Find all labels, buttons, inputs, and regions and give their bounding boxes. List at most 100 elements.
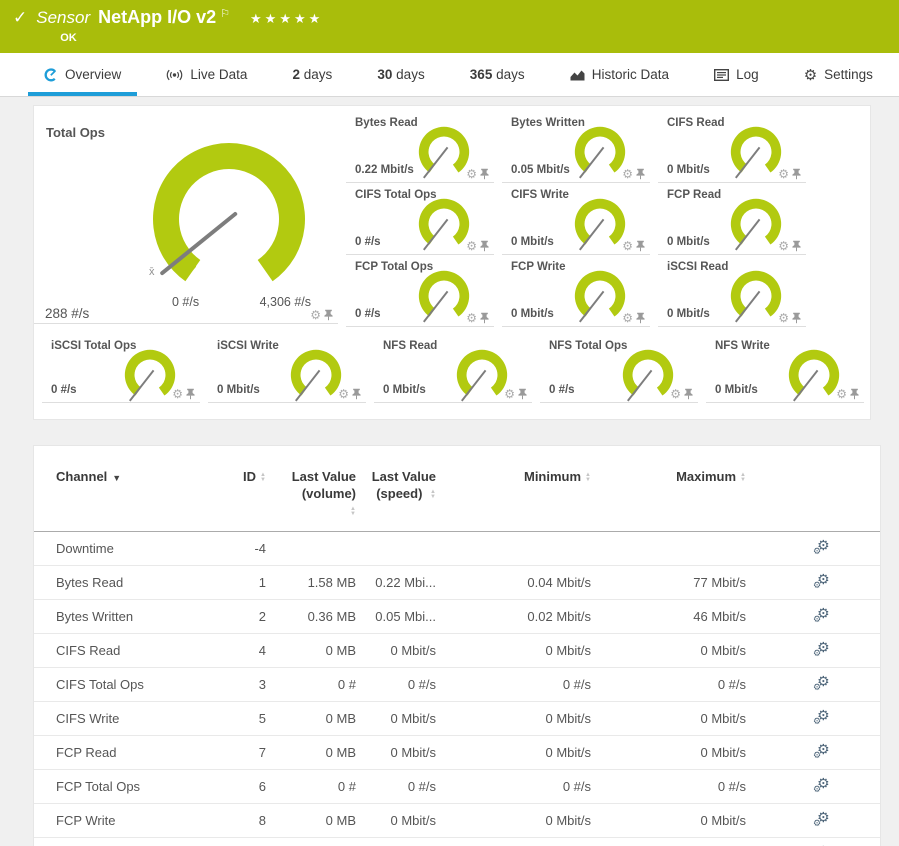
cell-last-value-speed: 0 Mbit/s — [356, 634, 436, 668]
cell-id: 2 — [214, 600, 266, 634]
priority-stars[interactable]: ★★★★★ — [250, 11, 323, 27]
gauge-settings-icon[interactable]: ⚙ — [310, 309, 321, 321]
gauge-title: FCP Read — [667, 189, 721, 201]
cell-maximum: 0 Mbit/s — [591, 634, 746, 668]
gauge-settings-icon[interactable]: ⚙ — [622, 312, 633, 324]
cell-minimum: 0 Mbit/s — [436, 838, 591, 846]
pin-icon[interactable] — [792, 240, 801, 252]
tab-live-data[interactable]: Live Data — [150, 53, 263, 96]
table-row-cifs-read: CIFS Read40 MB0 Mbit/s0 Mbit/s0 Mbit/s⚙⚙ — [34, 634, 881, 668]
channel-settings-gears-icon[interactable]: ⚙⚙ — [813, 573, 831, 589]
gauge-settings-icon[interactable]: ⚙ — [622, 168, 633, 180]
cell-last-value-speed — [356, 532, 436, 566]
gauge-settings-icon[interactable]: ⚙ — [466, 312, 477, 324]
gauge-current-value: 0 Mbit/s — [667, 236, 710, 248]
column-header-id[interactable]: ID▲▼ — [214, 460, 266, 532]
tab-label: Overview — [65, 67, 121, 82]
channel-settings-gears-icon[interactable]: ⚙⚙ — [813, 641, 831, 657]
gauge-settings-icon[interactable]: ⚙ — [466, 168, 477, 180]
pin-icon[interactable] — [636, 312, 645, 324]
pin-icon[interactable] — [352, 388, 361, 400]
pin-icon[interactable] — [684, 388, 693, 400]
cell-last-value-volume: 0.36 MB — [266, 600, 356, 634]
cell-id: -4 — [214, 532, 266, 566]
channel-settings-gears-icon[interactable]: ⚙⚙ — [813, 607, 831, 623]
sort-arrows-icon: ▲▼ — [260, 473, 266, 483]
gauge-settings-icon[interactable]: ⚙ — [778, 168, 789, 180]
pin-icon[interactable] — [792, 312, 801, 324]
column-header-last-value-volume[interactable]: Last Value(volume)▲▼ — [266, 460, 356, 532]
gauge-current-value: 0 Mbit/s — [667, 164, 710, 176]
sort-arrows-icon: ▲▼ — [430, 490, 436, 500]
gauge-current-value: 0 #/s — [549, 384, 575, 396]
channel-settings-gears-icon[interactable]: ⚙⚙ — [813, 675, 831, 691]
status-ok-check-icon: ✓ — [13, 8, 27, 53]
gauge-tile-fcp-total-ops: FCP Total Ops 0 #/s ⚙ — [346, 255, 494, 327]
pin-icon[interactable] — [480, 168, 489, 180]
tab-365-days[interactable]: 365 days — [454, 53, 541, 96]
channel-gauge — [414, 120, 474, 180]
table-row-cifs-write: CIFS Write50 MB0 Mbit/s0 Mbit/s0 Mbit/s⚙… — [34, 702, 881, 736]
gauge-current-value: 0 Mbit/s — [511, 236, 554, 248]
tab-historic-data[interactable]: Historic Data — [554, 53, 685, 96]
gauge-settings-icon[interactable]: ⚙ — [172, 388, 183, 400]
overview-page: Total Ops x̄ 0 #/s 4,306 #/s 288 #/s ⚙ — [0, 97, 899, 846]
pin-icon[interactable] — [324, 309, 333, 321]
channel-settings-gears-icon[interactable]: ⚙⚙ — [813, 777, 831, 793]
pin-icon[interactable] — [636, 168, 645, 180]
channel-settings-gears-icon[interactable]: ⚙⚙ — [813, 743, 831, 759]
cell-id: 1 — [214, 566, 266, 600]
cell-last-value-volume — [266, 532, 356, 566]
gauge-settings-icon[interactable]: ⚙ — [504, 388, 515, 400]
tab-settings[interactable]: ⚙Settings — [788, 53, 889, 96]
pin-icon[interactable] — [186, 388, 195, 400]
gauge-settings-icon[interactable]: ⚙ — [778, 312, 789, 324]
channel-settings-gears-icon[interactable]: ⚙⚙ — [813, 539, 831, 555]
tab-overview[interactable]: Overview — [28, 53, 137, 96]
channel-gauge — [414, 264, 474, 324]
gauge-title: Total Ops — [46, 125, 105, 140]
gauge-title: NFS Total Ops — [549, 340, 627, 352]
column-header-last-value-speed[interactable]: Last Value(speed) ▲▼ — [356, 460, 436, 532]
pin-icon[interactable] — [636, 240, 645, 252]
cell-maximum — [591, 532, 746, 566]
tab-log[interactable]: Log — [698, 53, 775, 96]
gauge-title: iSCSI Read — [667, 261, 728, 273]
gauge-current-value: 288 #/s — [45, 306, 89, 321]
pin-icon[interactable] — [480, 312, 489, 324]
pin-icon[interactable] — [792, 168, 801, 180]
cell-minimum: 0 Mbit/s — [436, 804, 591, 838]
cell-id: 8 — [214, 804, 266, 838]
flag-icon[interactable]: ⚐ — [220, 7, 230, 20]
gauge-title: CIFS Read — [667, 117, 725, 129]
pin-icon[interactable] — [480, 240, 489, 252]
gauge-settings-icon[interactable]: ⚙ — [338, 388, 349, 400]
tab-30-days[interactable]: 30 days — [361, 53, 440, 96]
gauge-title: NFS Write — [715, 340, 770, 352]
tab-bar: Overview Live Data 2 days 30 days 365 days Hi… — [0, 53, 899, 97]
cell-minimum: 0.04 Mbit/s — [436, 566, 591, 600]
gauge-tile-cifs-write: CIFS Write 0 Mbit/s ⚙ — [502, 183, 650, 255]
channel-settings-gears-icon[interactable]: ⚙⚙ — [813, 811, 831, 827]
table-row-fcp-total-ops: FCP Total Ops60 #0 #/s0 #/s0 #/s⚙⚙ — [34, 770, 881, 804]
gauge-settings-icon[interactable]: ⚙ — [778, 240, 789, 252]
gauge-current-value: 0 #/s — [355, 236, 381, 248]
gauge-settings-icon[interactable]: ⚙ — [466, 240, 477, 252]
gauge-settings-icon[interactable]: ⚙ — [836, 388, 847, 400]
cell-last-value-volume: 0 MB — [266, 804, 356, 838]
pin-icon[interactable] — [850, 388, 859, 400]
cell-last-value-speed: 0 Mbit/s — [356, 702, 436, 736]
tab-2-days[interactable]: 2 days — [277, 53, 349, 96]
column-header-maximum[interactable]: Maximum▲▼ — [591, 460, 746, 532]
object-kind-label: Sensor — [36, 8, 90, 28]
column-header-minimum[interactable]: Minimum▲▼ — [436, 460, 591, 532]
gauge-settings-icon[interactable]: ⚙ — [670, 388, 681, 400]
column-header-channel[interactable]: Channel▼ — [34, 460, 214, 532]
cell-minimum: 0 Mbit/s — [436, 736, 591, 770]
pin-icon[interactable] — [518, 388, 527, 400]
cell-maximum: 77 Mbit/s — [591, 566, 746, 600]
cell-maximum: 0 Mbit/s — [591, 736, 746, 770]
channel-settings-gears-icon[interactable]: ⚙⚙ — [813, 709, 831, 725]
table-row-iscsi-read: iSCSI Read100 MB0 Mbit/s0 Mbit/s0 Mbit/s… — [34, 838, 881, 846]
gauge-settings-icon[interactable]: ⚙ — [622, 240, 633, 252]
